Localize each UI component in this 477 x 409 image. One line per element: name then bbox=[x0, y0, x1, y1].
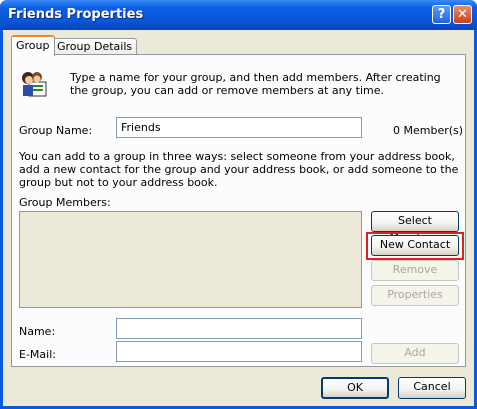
new-contact-button[interactable]: New Contact bbox=[371, 235, 459, 256]
cancel-button[interactable]: Cancel bbox=[398, 377, 466, 399]
email-input[interactable] bbox=[116, 341, 362, 362]
group-name-label: Group Name: bbox=[19, 124, 93, 137]
dialog-body: Group Details Group Type a name for your… bbox=[3, 30, 474, 406]
member-count: 0 Member(s) bbox=[393, 124, 464, 137]
group-members-list[interactable] bbox=[19, 211, 362, 308]
tab-panel: Type a name for your group, and then add… bbox=[11, 54, 466, 367]
tab-group[interactable]: Group bbox=[11, 35, 55, 56]
close-button[interactable]: ✕ bbox=[453, 5, 472, 24]
dialog-window: Friends Properties ? ✕ Group Details Gro… bbox=[0, 0, 477, 409]
intro-text: Type a name for your group, and then add… bbox=[70, 71, 441, 97]
window-title: Friends Properties bbox=[8, 7, 144, 22]
group-name-input[interactable]: Friends bbox=[116, 117, 362, 138]
group-icon bbox=[19, 70, 49, 98]
title-bar[interactable]: Friends Properties ? ✕ bbox=[0, 0, 477, 30]
add-button[interactable]: Add bbox=[371, 343, 459, 364]
group-members-label: Group Members: bbox=[19, 196, 111, 209]
help-button[interactable]: ? bbox=[432, 5, 451, 24]
add-ways-text: You can add to a group in three ways: se… bbox=[19, 150, 459, 189]
name-input[interactable] bbox=[116, 318, 362, 339]
email-label: E-Mail: bbox=[19, 348, 56, 361]
ok-button[interactable]: OK bbox=[321, 377, 389, 399]
remove-button[interactable]: Remove bbox=[371, 260, 459, 281]
tab-group-details[interactable]: Group Details bbox=[52, 38, 138, 55]
properties-button[interactable]: Properties bbox=[371, 285, 459, 306]
select-members-button[interactable]: Select Members bbox=[371, 211, 459, 244]
name-label: Name: bbox=[19, 325, 56, 338]
